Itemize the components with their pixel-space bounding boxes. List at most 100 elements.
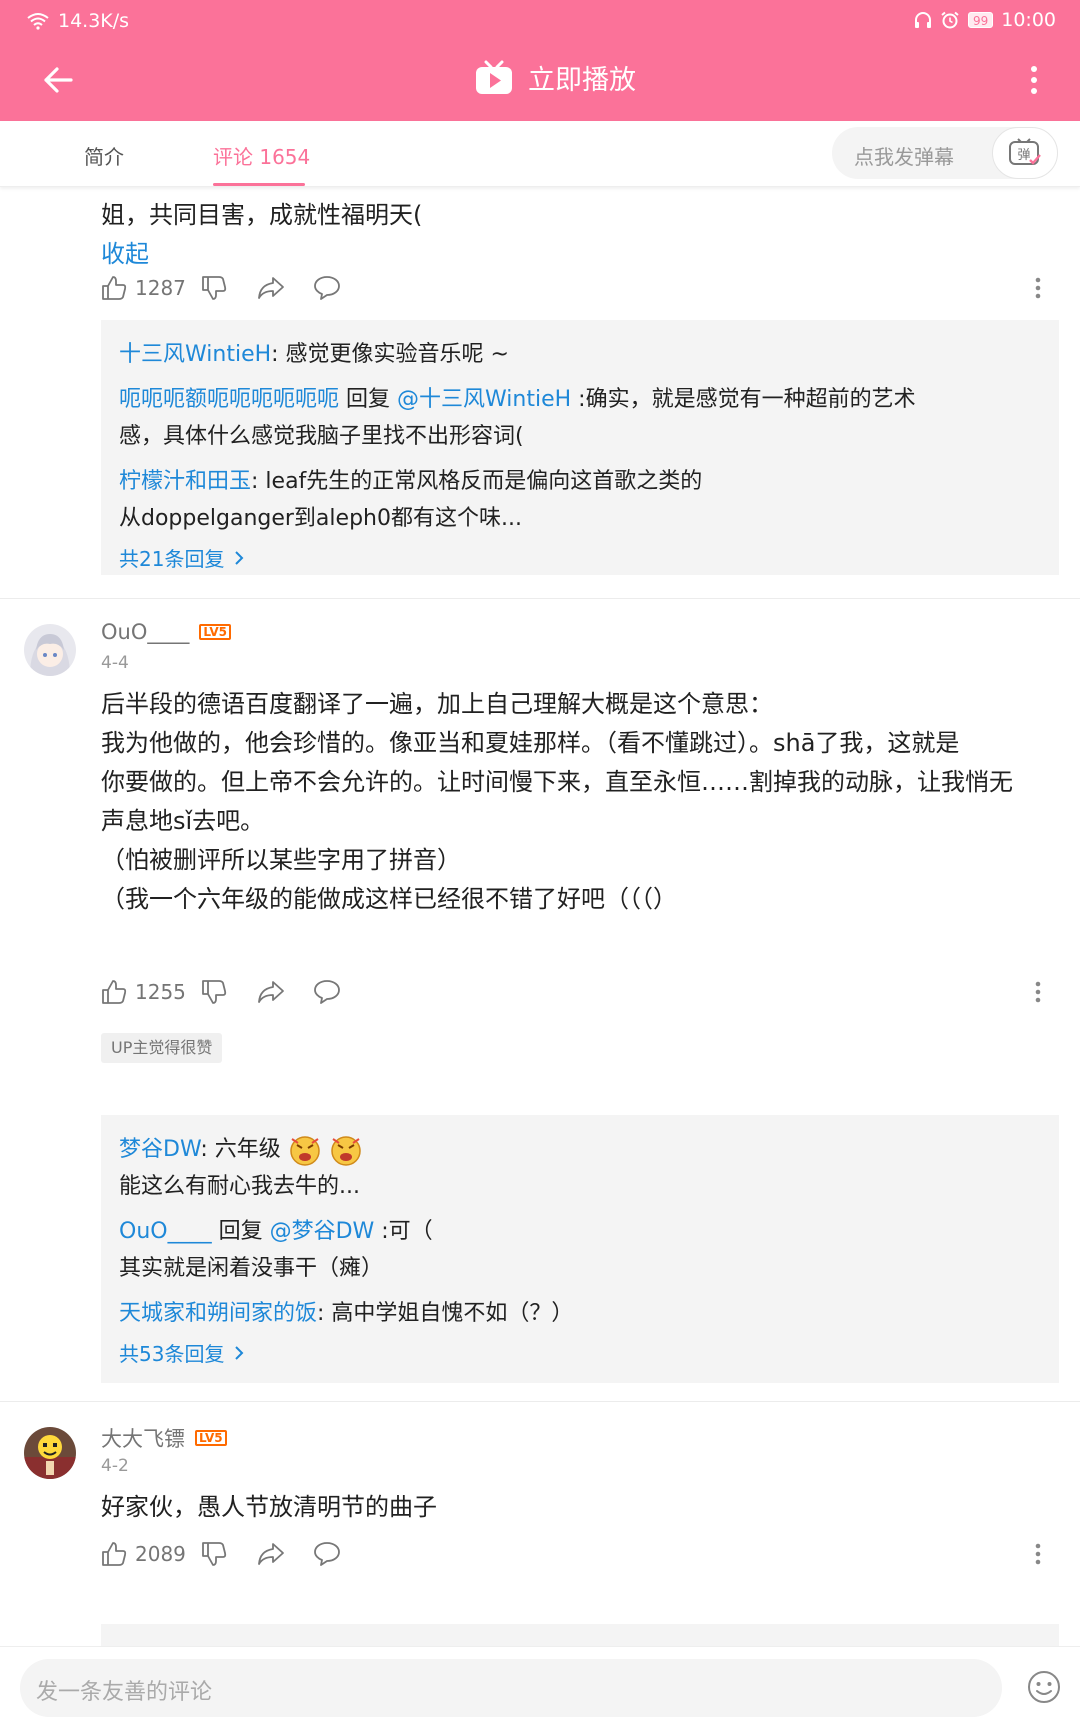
comment-body: 好家伙，愚人节放清明节的曲子 <box>101 1488 1061 1527</box>
network-speed: 14.3K/s <box>58 10 130 32</box>
more-vertical-icon <box>1035 277 1041 299</box>
reply-text: : 感觉更像实验音乐呢 ~ <box>271 342 509 367</box>
thumbs-up-icon <box>102 276 127 300</box>
reply-preview-box[interactable]: 十三风WintieH: 感觉更像实验音乐呢 ~ 呃呃呃额呃呃呃呃呃呃 回复 @十… <box>101 320 1059 575</box>
like-button[interactable]: 2089 <box>101 1541 201 1567</box>
comment-body: 后半段的德语百度翻译了一遍，加上自己理解大概是这个意思： 我为他做的，他会珍惜的… <box>101 685 1061 919</box>
reply-username[interactable]: 天城家和朔间家的饭 <box>119 1301 317 1326</box>
share-button[interactable] <box>257 1542 313 1566</box>
tab-strip: 简介 评论 1654 点我发弹幕 弹 <box>0 121 1080 187</box>
comment-more-button[interactable] <box>1028 975 1048 1009</box>
comment-actions: 2089 <box>101 1537 341 1571</box>
tab-intro[interactable]: 简介 <box>84 141 124 170</box>
reply-username[interactable]: OuO____ <box>119 1219 212 1244</box>
pixel-avatar-icon <box>24 1427 76 1479</box>
mention-link[interactable]: @梦谷DW <box>270 1219 375 1244</box>
mention-link[interactable]: @十三风WintieH <box>397 387 571 412</box>
view-all-replies-link[interactable]: 共53条回复 <box>119 1338 1041 1367</box>
comment-composer: 发一条友善的评论 <box>0 1646 1080 1728</box>
level-badge: LV5 <box>195 1430 227 1446</box>
reply-word: 回复 <box>339 387 398 412</box>
reply-preview-box[interactable] <box>101 1624 1059 1646</box>
comment-list[interactable]: 生这种风格曲子的刻板印象就被误认为是“新版鞋垫”，希望大家理性友炎，互相李 姐，… <box>0 187 1080 1646</box>
like-button[interactable]: 1287 <box>101 275 201 301</box>
reply-text: 能这么有耐心我去牛的... <box>119 1174 360 1199</box>
comment-actions: 1287 <box>101 271 341 305</box>
danmaku-input[interactable]: 点我发弹幕 弹 <box>832 127 1058 179</box>
dislike-button[interactable] <box>201 275 257 301</box>
reply-text: :可（ <box>374 1219 433 1244</box>
more-vertical-icon <box>1031 66 1037 94</box>
comment-line: （怕被删评所以某些字用了拼音） <box>101 846 461 874</box>
up-liked-tag: UP主觉得很赞 <box>101 1033 223 1063</box>
share-button[interactable] <box>257 276 313 300</box>
thumbs-down-icon <box>202 1542 227 1566</box>
reply-username[interactable]: 梦谷DW <box>119 1137 200 1162</box>
reply-item: 天城家和朔间家的饭: 高中学姐自愧不如（？） <box>119 1295 1041 1332</box>
active-tab-indicator <box>213 183 305 186</box>
comment-line: 姐，共同目害，成就性福明天( <box>101 201 423 229</box>
reply-count-text: 共53条回复 <box>119 1342 225 1366</box>
top-bar: 14.3K/s 99 10:00 立即播放 <box>0 0 1080 121</box>
comment-date: 4-4 <box>101 653 129 673</box>
comment-line: 声息地sǐ去吧。 <box>101 807 265 835</box>
tab-comments[interactable]: 评论 1654 <box>213 141 310 170</box>
reply-button[interactable] <box>313 979 341 1005</box>
headphones-icon <box>914 12 931 28</box>
comment-line: （我一个六年级的能做成这样已经很不错了好吧（（（） <box>101 885 677 913</box>
more-vertical-icon <box>1035 1543 1041 1565</box>
thumbs-up-icon <box>102 1542 127 1566</box>
status-bar: 14.3K/s 99 10:00 <box>0 0 1080 40</box>
view-all-replies-link[interactable]: 共21条回复 <box>119 543 1041 572</box>
danmaku-toggle-button[interactable]: 弹 <box>992 127 1058 179</box>
thumbs-up-icon <box>102 980 127 1004</box>
dislike-button[interactable] <box>201 1541 257 1567</box>
clock: 10:00 <box>1001 9 1056 31</box>
reply-button[interactable] <box>313 1541 341 1567</box>
thumbs-down-icon <box>202 276 227 300</box>
battery-indicator: 99 <box>967 12 994 28</box>
reply-item: 呃呃呃额呃呃呃呃呃呃 回复 @十三风WintieH :确实，就是感觉有一种超前的… <box>119 381 919 455</box>
back-button[interactable] <box>34 56 82 104</box>
more-options-button[interactable] <box>1014 52 1054 108</box>
like-count: 2089 <box>135 1542 186 1566</box>
avatar[interactable] <box>24 624 76 676</box>
share-button[interactable] <box>257 980 313 1004</box>
more-vertical-icon <box>1035 981 1041 1003</box>
thumbs-down-icon <box>202 980 227 1004</box>
reply-text: 其实就是闲着没事干（瘫） <box>119 1256 384 1281</box>
anime-avatar-icon <box>24 624 76 676</box>
comment-username-row: OuO____ LV5 <box>101 620 232 644</box>
emoji-button[interactable] <box>1022 1665 1066 1709</box>
tv-play-icon <box>476 60 512 94</box>
reply-username[interactable]: 柠檬汁和田玉 <box>119 469 251 494</box>
danmaku-placeholder: 点我发弹幕 <box>854 145 954 169</box>
angry-face-emoji-icon <box>290 1136 320 1166</box>
comment-more-button[interactable] <box>1028 1537 1048 1571</box>
share-icon <box>258 981 284 1003</box>
chevron-right-icon <box>235 1345 244 1360</box>
like-button[interactable]: 1255 <box>101 979 201 1005</box>
collapse-link[interactable]: 收起 <box>101 235 1051 274</box>
reply-username[interactable]: 呃呃呃额呃呃呃呃呃呃 <box>119 387 339 412</box>
chat-bubble-icon <box>314 276 340 300</box>
angry-face-emoji-icon <box>331 1136 361 1166</box>
reply-button[interactable] <box>313 275 341 301</box>
avatar[interactable] <box>24 1427 76 1479</box>
reply-username[interactable]: 十三风WintieH <box>119 342 271 367</box>
comment-more-button[interactable] <box>1028 271 1048 305</box>
play-now-button[interactable]: 立即播放 <box>474 58 636 97</box>
comment-line: 我为他做的，他会珍惜的。像亚当和夏娃那样。（看不懂跳过）。shā了我，这就是 <box>101 729 960 757</box>
reply-text: : 六年级 <box>200 1137 281 1162</box>
comment-input[interactable]: 发一条友善的评论 <box>20 1659 1002 1717</box>
like-count: 1287 <box>135 276 186 300</box>
username[interactable]: 大大飞镖 <box>101 1423 185 1453</box>
divider <box>0 1401 1080 1402</box>
dislike-button[interactable] <box>201 979 257 1005</box>
reply-preview-box[interactable]: 梦谷DW: 六年级 能这么有耐心我去牛的... OuO____ 回复 @梦谷DW… <box>101 1115 1059 1383</box>
reply-text: : 高中学姐自愧不如（？） <box>317 1301 574 1326</box>
danmaku-icon: 弹 <box>1009 138 1041 165</box>
username[interactable]: OuO____ <box>101 620 189 644</box>
chevron-right-icon <box>235 550 244 565</box>
wifi-icon <box>27 13 49 30</box>
